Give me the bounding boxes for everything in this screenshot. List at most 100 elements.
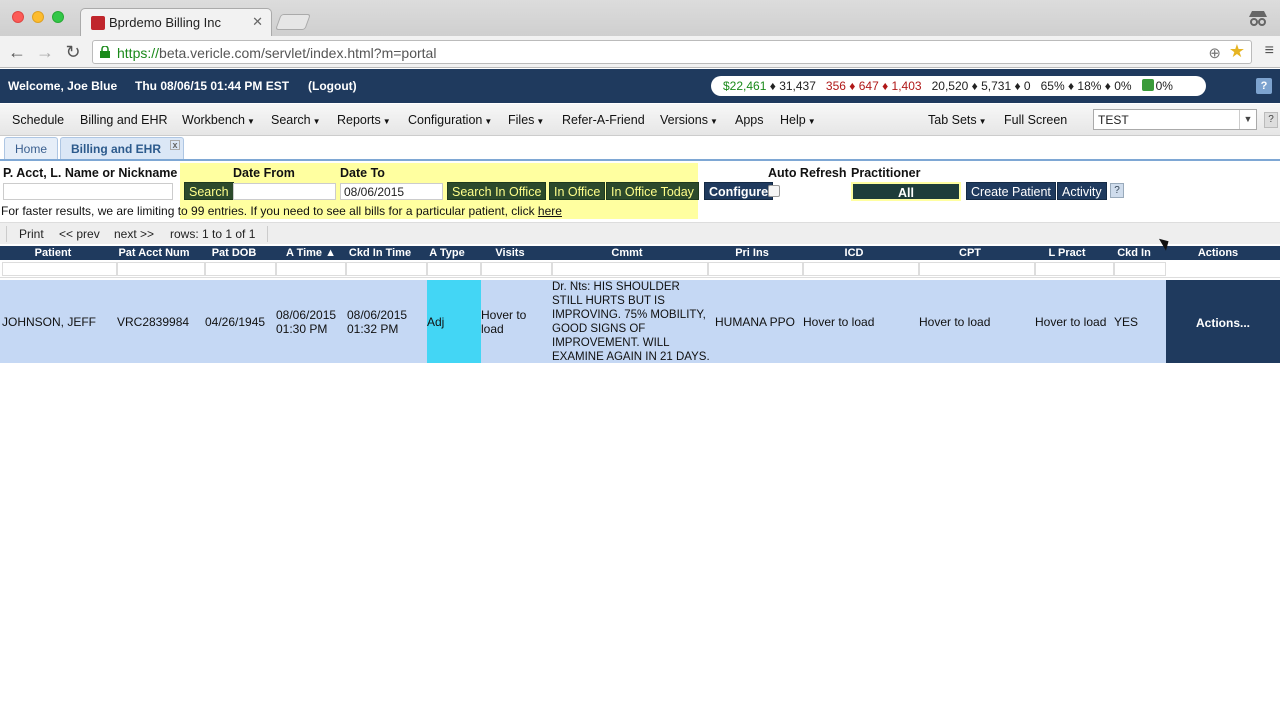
cell-patient[interactable]: JOHNSON, JEFF	[2, 315, 96, 329]
filter-a-type[interactable]	[427, 262, 481, 276]
chevron-down-icon: ▼	[807, 117, 816, 126]
tab-set-selector[interactable]: TEST ▼	[1093, 109, 1257, 130]
chevron-down-icon: ▼	[709, 117, 718, 126]
incognito-icon	[1249, 11, 1267, 26]
practitioner-select[interactable]: All	[851, 182, 961, 201]
browser-menu-icon[interactable]: ≡	[1265, 42, 1274, 60]
main-menu: Schedule Billing and EHR Workbench ▼ Sear…	[0, 104, 1280, 136]
menu-search[interactable]: Search ▼	[271, 113, 321, 127]
browser-tab[interactable]: Bprdemo Billing Inc ✕	[80, 8, 272, 36]
filter-visits[interactable]	[481, 262, 552, 276]
in-office-button[interactable]: In Office	[549, 182, 606, 200]
stats-ticker: $22,461 ♦ 31,437 356 ♦ 647 ♦ 1,403 20,52…	[711, 76, 1206, 96]
menu-reports[interactable]: Reports ▼	[337, 113, 391, 127]
filter-patient[interactable]	[2, 262, 117, 276]
see-all-link[interactable]: here	[538, 204, 562, 218]
menu-workbench[interactable]: Workbench ▼	[182, 113, 255, 127]
reload-icon[interactable]: ↻	[62, 42, 84, 63]
filter-acct[interactable]	[117, 262, 205, 276]
filter-icd[interactable]	[803, 262, 919, 276]
col-ckd-in[interactable]: Ckd In	[1112, 246, 1156, 260]
address-bar[interactable]: https://beta.vericle.com/servlet/index.h…	[92, 40, 1252, 64]
logout-link[interactable]: (Logout)	[308, 79, 357, 93]
col-a-type[interactable]: A Type	[420, 246, 474, 260]
in-office-today-button[interactable]: In Office Today	[606, 182, 699, 200]
filter-a-time[interactable]	[276, 262, 346, 276]
stat-red: 356 ♦ 647 ♦ 1,403	[825, 79, 922, 93]
col-visits[interactable]: Visits	[481, 246, 539, 260]
filter-cmmt[interactable]	[552, 262, 708, 276]
prev-link[interactable]: << prev	[59, 227, 100, 241]
filter-pri-ins[interactable]	[708, 262, 803, 276]
chevron-down-icon: ▼	[536, 117, 545, 126]
patient-search-input[interactable]	[3, 183, 173, 200]
forward-icon[interactable]: →	[34, 42, 56, 63]
col-l-pract[interactable]: L Pract	[1036, 246, 1098, 260]
cell-l-pract[interactable]: Hover to load	[1035, 315, 1106, 329]
zoom-icon[interactable]: ⊕	[1208, 44, 1221, 62]
new-tab-button[interactable]	[275, 14, 311, 30]
welcome-text: Welcome, Joe Blue	[8, 79, 118, 93]
cell-cpt[interactable]: Hover to load	[919, 315, 990, 329]
menu-full-screen[interactable]: Full Screen	[1004, 113, 1067, 127]
cell-icd[interactable]: Hover to load	[803, 315, 874, 329]
col-a-time[interactable]: A Time ▲	[276, 246, 346, 260]
back-icon[interactable]: ←	[6, 42, 28, 63]
minimize-window-button[interactable]	[32, 11, 44, 23]
col-acct-num[interactable]: Pat Acct Num	[110, 246, 198, 260]
close-tab-icon[interactable]: ✕	[252, 14, 263, 30]
bookmark-star-icon[interactable]: ★	[1229, 41, 1245, 62]
filter-ckd-in-time[interactable]	[346, 262, 427, 276]
menu-schedule[interactable]: Schedule	[12, 113, 64, 127]
auto-refresh-checkbox[interactable]	[768, 185, 780, 197]
create-patient-button[interactable]: Create Patient	[966, 182, 1056, 200]
configure-button[interactable]: Configure	[704, 182, 774, 200]
form-help-icon[interactable]: ?	[1110, 183, 1124, 198]
browser-tab-title: Bprdemo Billing Inc	[109, 15, 221, 30]
search-in-office-button[interactable]: Search In Office	[447, 182, 547, 200]
date-to-input[interactable]: 08/06/2015	[340, 183, 443, 200]
col-icd[interactable]: ICD	[806, 246, 902, 260]
filter-ckd-in[interactable]	[1114, 262, 1166, 276]
tab-home[interactable]: Home	[4, 137, 59, 159]
col-ckd-in-time[interactable]: Ckd In Time	[346, 246, 414, 260]
chevron-down-icon: ▼	[312, 117, 321, 126]
next-link[interactable]: next >>	[114, 227, 154, 241]
menu-files[interactable]: Files ▼	[508, 113, 544, 127]
help-icon[interactable]: ?	[1256, 78, 1272, 94]
col-cpt[interactable]: CPT	[922, 246, 1018, 260]
col-cmmt[interactable]: Cmmt	[552, 246, 702, 260]
cell-visits[interactable]: Hover to load	[481, 308, 526, 336]
print-link[interactable]: Print	[19, 227, 44, 241]
menu-configuration[interactable]: Configuration ▼	[408, 113, 492, 127]
date-from-input[interactable]	[233, 183, 336, 200]
menu-refer-a-friend[interactable]: Refer-A-Friend	[562, 113, 645, 127]
auto-refresh-label: Auto Refresh	[768, 166, 847, 180]
col-pri-ins[interactable]: Pri Ins	[704, 246, 800, 260]
actions-button[interactable]: Actions...	[1166, 280, 1280, 363]
maximize-window-button[interactable]	[52, 11, 64, 23]
filter-cpt[interactable]	[919, 262, 1035, 276]
menu-help-icon[interactable]: ?	[1264, 112, 1278, 128]
filter-l-pract[interactable]	[1035, 262, 1114, 276]
chevron-down-icon[interactable]: ▼	[1239, 110, 1256, 129]
menu-tab-sets[interactable]: Tab Sets ▼	[928, 113, 987, 127]
filter-row	[0, 260, 1280, 278]
stat-revenue: $22,461	[723, 79, 767, 93]
search-button[interactable]: Search	[184, 182, 234, 200]
menu-apps[interactable]: Apps	[735, 113, 764, 127]
menu-billing-ehr[interactable]: Billing and EHR	[80, 113, 168, 127]
activity-button[interactable]: Activity	[1057, 182, 1107, 200]
practitioner-label: Practitioner	[851, 166, 921, 180]
close-tab-icon[interactable]: x	[170, 140, 180, 150]
col-patient[interactable]: Patient	[0, 246, 106, 260]
col-dob[interactable]: Pat DOB	[200, 246, 268, 260]
tab-billing-ehr[interactable]: Billing and EHR x	[60, 137, 184, 159]
close-window-button[interactable]	[12, 11, 24, 23]
tab-billing-label: Billing and EHR	[71, 142, 161, 156]
filter-dob[interactable]	[205, 262, 276, 276]
date-to-label: Date To	[340, 166, 385, 180]
menu-versions[interactable]: Versions ▼	[660, 113, 718, 127]
stat-claims: 20,520 ♦ 5,731 ♦ 0	[931, 79, 1031, 93]
menu-help[interactable]: Help ▼	[780, 113, 816, 127]
